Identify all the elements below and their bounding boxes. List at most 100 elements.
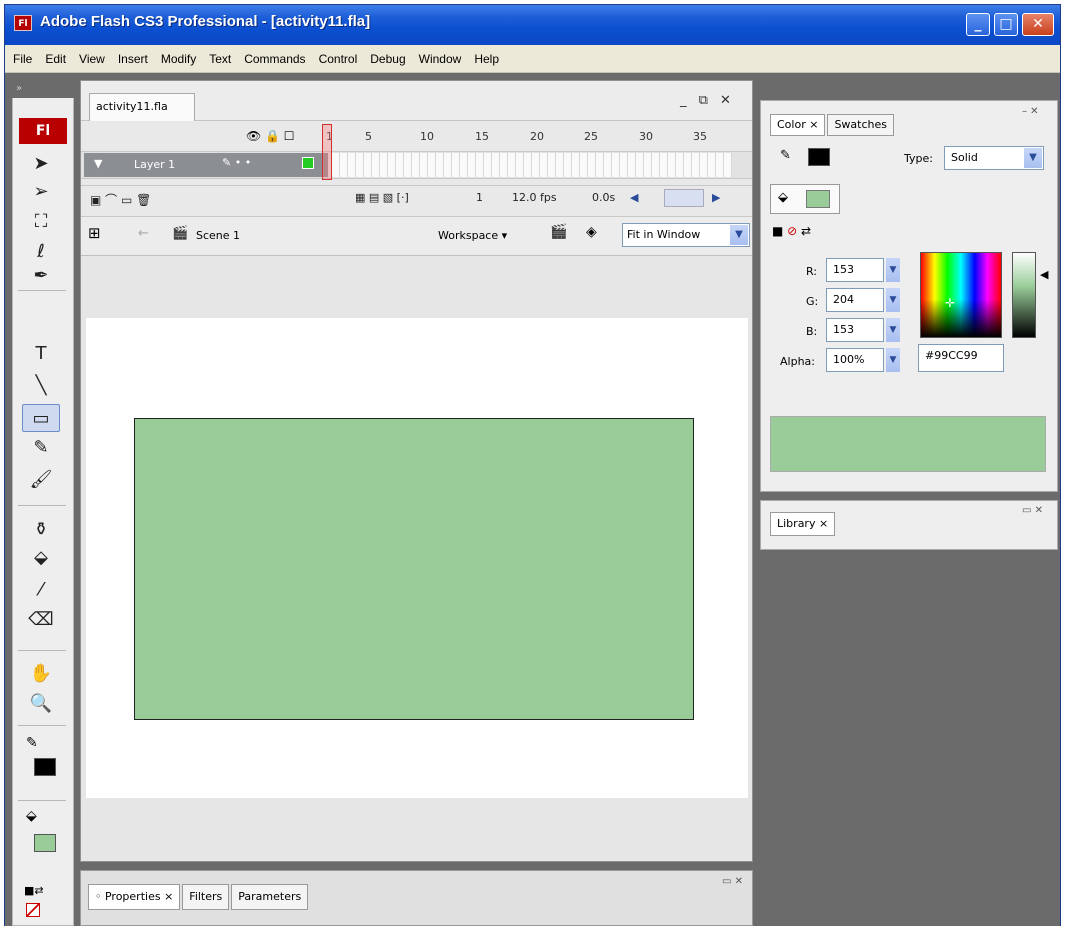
- tab-swatches[interactable]: Swatches: [827, 114, 894, 136]
- frame-number: 15: [475, 130, 489, 143]
- workspace-menu[interactable]: Workspace ▾: [438, 229, 507, 242]
- timeline-footer: [81, 185, 752, 213]
- chevron-down-icon[interactable]: ▼: [1024, 148, 1042, 168]
- brightness-pointer-icon[interactable]: ◀: [1040, 268, 1048, 281]
- swap-colors-icon[interactable]: ■⇄: [24, 884, 44, 897]
- paint-bucket-tool-icon[interactable]: ⬙: [22, 544, 60, 572]
- frame-number: 20: [530, 130, 544, 143]
- timeline-scrollbar[interactable]: [664, 189, 704, 207]
- window-title: Adobe Flash CS3 Professional - [activity…: [40, 13, 371, 30]
- b-dropdown-icon[interactable]: ▼: [886, 318, 900, 342]
- line-tool-icon[interactable]: ╲: [22, 372, 60, 400]
- pencil-tool-icon[interactable]: ✎: [22, 434, 60, 462]
- minimize-button[interactable]: _: [966, 13, 990, 36]
- menu-text[interactable]: Text: [209, 52, 231, 66]
- menu-control[interactable]: Control: [319, 52, 358, 66]
- tool-separator: [18, 290, 66, 291]
- close-button[interactable]: ✕: [1022, 13, 1054, 36]
- edit-symbols-icon[interactable]: ◈: [586, 224, 597, 240]
- menu-modify[interactable]: Modify: [161, 52, 196, 66]
- fill-bucket-icon: ⬙: [778, 190, 788, 205]
- chevron-down-icon[interactable]: ▼: [730, 225, 748, 245]
- timeline-toggle-icon[interactable]: ⊞: [88, 224, 101, 242]
- b-label: B:: [806, 325, 818, 338]
- menu-debug[interactable]: Debug: [370, 52, 405, 66]
- layer-buttons-icons[interactable]: ▣ ⌒ ▭ 🗑: [90, 191, 151, 208]
- scene-icon: 🎬: [172, 226, 189, 241]
- menu-view[interactable]: View: [79, 52, 105, 66]
- scroll-right-icon[interactable]: ▶: [712, 191, 720, 204]
- layer-visibility-icons[interactable]: 👁 🔒 ☐: [246, 129, 295, 143]
- brightness-slider[interactable]: [1012, 252, 1036, 338]
- hex-field[interactable]: #99CC99: [918, 344, 1004, 372]
- color-panel-tabs: Color × Swatches: [770, 114, 896, 136]
- tool-separator: [18, 505, 66, 506]
- r-field[interactable]: 153: [826, 258, 884, 282]
- pen-tool-icon[interactable]: ✒: [22, 262, 60, 290]
- color-spectrum[interactable]: [920, 252, 1002, 338]
- back-arrow-icon[interactable]: ←: [138, 226, 149, 241]
- tab-parameters[interactable]: Parameters: [231, 884, 309, 910]
- fill-color-swatch[interactable]: [806, 190, 830, 208]
- edit-scene-icon[interactable]: 🎬: [550, 224, 567, 240]
- onion-skin-icons[interactable]: ▦ ▤ ▧ [·]: [355, 191, 409, 204]
- menu-window[interactable]: Window: [419, 52, 462, 66]
- hand-tool-icon[interactable]: ✋: [22, 660, 60, 688]
- green-rectangle-shape[interactable]: [134, 418, 694, 720]
- selection-tool-icon[interactable]: ➤: [22, 150, 60, 178]
- tab-library[interactable]: Library ×: [770, 512, 836, 536]
- menu-edit[interactable]: Edit: [45, 52, 66, 66]
- document-tab[interactable]: activity11.fla: [89, 93, 195, 121]
- eyedropper-tool-icon[interactable]: ⁄: [22, 576, 60, 604]
- flash-logo: Fl: [19, 118, 67, 144]
- free-transform-tool-icon[interactable]: ⛶: [22, 208, 60, 236]
- flash-app-icon: Fl: [14, 15, 32, 31]
- tab-filters[interactable]: Filters: [182, 884, 230, 910]
- frame-number: 35: [693, 130, 707, 143]
- no-color-icon[interactable]: [26, 903, 40, 917]
- b-field[interactable]: 153: [826, 318, 884, 342]
- properties-panel-controls[interactable]: ▭ ✕: [722, 873, 743, 887]
- type-select[interactable]: Solid ▼: [944, 146, 1044, 170]
- menu-insert[interactable]: Insert: [118, 52, 148, 66]
- r-dropdown-icon[interactable]: ▼: [886, 258, 900, 282]
- layer-outline-color[interactable]: [302, 157, 314, 169]
- maximize-button[interactable]: □: [994, 13, 1018, 36]
- stroke-color-swatch[interactable]: [808, 148, 830, 166]
- text-tool-icon[interactable]: T: [22, 340, 60, 368]
- menu-help[interactable]: Help: [474, 52, 499, 66]
- layer-type-icon: ▼: [94, 157, 103, 170]
- zoom-select[interactable]: Fit in Window ▼: [622, 223, 750, 247]
- library-panel-controls[interactable]: ▭ ✕: [1022, 502, 1043, 516]
- frame-cells[interactable]: [332, 153, 732, 177]
- menu-file[interactable]: File: [13, 52, 32, 66]
- brush-tool-icon[interactable]: 🖌: [22, 466, 60, 494]
- playhead[interactable]: [322, 124, 332, 180]
- alpha-dropdown-icon[interactable]: ▼: [886, 348, 900, 372]
- eraser-tool-icon[interactable]: ⌫: [22, 606, 60, 634]
- scroll-left-icon[interactable]: ◀: [630, 191, 638, 204]
- rectangle-tool-icon[interactable]: ▭: [22, 404, 60, 432]
- ink-bottle-tool-icon[interactable]: ⚱: [22, 516, 60, 544]
- g-dropdown-icon[interactable]: ▼: [886, 288, 900, 312]
- tab-color[interactable]: Color ×: [770, 114, 826, 136]
- tool-separator: [18, 800, 66, 801]
- document-window-controls[interactable]: _ ⧉ ✕: [680, 93, 735, 108]
- frame-rate[interactable]: 12.0 fps: [512, 191, 557, 204]
- elapsed-time: 0.0s: [592, 191, 616, 204]
- right-panel-grip[interactable]: [760, 80, 1058, 100]
- current-frame: 1: [476, 191, 483, 204]
- subselection-tool-icon[interactable]: ➢: [22, 178, 60, 206]
- zoom-tool-icon[interactable]: 🔍: [22, 690, 60, 718]
- alpha-field[interactable]: 100%: [826, 348, 884, 372]
- tools-panel-grip[interactable]: »: [12, 80, 74, 98]
- scene-label[interactable]: Scene 1: [196, 229, 240, 242]
- color-panel-controls[interactable]: – ✕: [1022, 103, 1039, 117]
- g-field[interactable]: 204: [826, 288, 884, 312]
- color-mode-icons[interactable]: ■ ⊘ ⇄: [772, 224, 811, 238]
- menu-commands[interactable]: Commands: [244, 52, 305, 66]
- tab-properties[interactable]: ◦ Properties ×: [88, 884, 181, 910]
- layer-name[interactable]: Layer 1: [84, 153, 328, 177]
- stroke-color-swatch[interactable]: [34, 758, 56, 776]
- fill-color-swatch[interactable]: [34, 834, 56, 852]
